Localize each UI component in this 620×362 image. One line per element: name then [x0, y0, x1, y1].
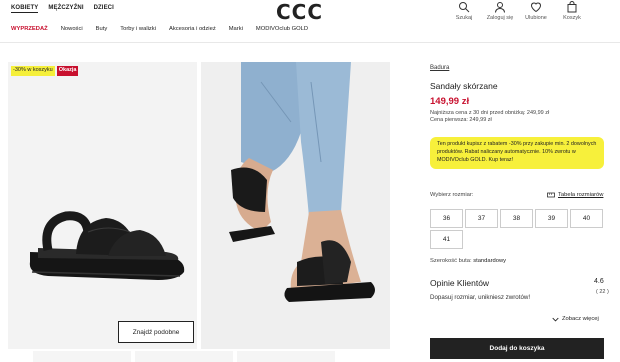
add-to-cart-button[interactable]: Dodaj do koszyka — [430, 338, 604, 359]
lowest-price: Najniższa cena z 30 dni przed obniżką: 2… — [430, 110, 550, 116]
width-label: Szerokość buta: — [430, 258, 472, 264]
discount-badge: -30% w koszyku — [11, 66, 55, 76]
search-button[interactable]: Szukaj — [446, 0, 482, 21]
category-nav: WYPRZEDAŻ Nowości Buty Torby i walizki A… — [11, 26, 308, 32]
reviews-subtitle: Dopasuj rozmiar, unikniesz zwrotów! — [430, 294, 531, 301]
width-value: standardowy — [473, 258, 507, 264]
shoe-width: Szerokość buta: standardowy — [430, 258, 506, 264]
favorites-button[interactable]: Ulubione — [518, 0, 554, 21]
size-option[interactable]: 38 — [500, 209, 533, 228]
top-nav: KOBIETY MĘŻCZYŹNI DZIECI — [11, 5, 114, 13]
deal-badge: Okazja — [56, 66, 79, 76]
cat-accessories[interactable]: Akcesoria i odzież — [169, 26, 216, 32]
product-name: Sandały skórzane — [430, 81, 498, 91]
rating-value: 4.6 — [594, 278, 604, 285]
show-more-label: Zobacz więcej — [562, 316, 599, 322]
rating-count: ( 22 ) — [596, 289, 609, 295]
thumbnail[interactable] — [135, 351, 233, 362]
cat-bags[interactable]: Torby i walizki — [120, 26, 156, 32]
cat-new[interactable]: Nowości — [61, 26, 83, 32]
show-more-link[interactable]: Zobacz więcej — [552, 316, 599, 322]
cart-button-header[interactable]: Koszyk — [554, 0, 590, 21]
find-similar-button[interactable]: Znajdź podobne — [118, 321, 194, 343]
favorites-label: Ulubione — [525, 15, 547, 21]
size-table-label: Tabela rozmiarów — [558, 192, 604, 198]
login-label: Zaloguj się — [486, 15, 514, 21]
size-option[interactable]: 40 — [570, 209, 603, 228]
size-option[interactable]: 39 — [535, 209, 568, 228]
nav-women[interactable]: KOBIETY — [11, 5, 39, 13]
ruler-icon — [547, 192, 555, 198]
size-selector: 36 37 38 39 40 41 — [430, 209, 604, 249]
thumbnail[interactable] — [237, 351, 335, 362]
bag-icon — [567, 1, 577, 13]
model-illustration — [201, 62, 390, 349]
product-image-worn[interactable] — [201, 62, 390, 349]
cat-sale[interactable]: WYPRZEDAŻ — [11, 26, 48, 32]
first-price: Cena pierwsza: 249,99 zł — [430, 117, 492, 123]
search-icon — [459, 2, 470, 13]
nav-men[interactable]: MĘŻCZYŹNI — [48, 5, 83, 13]
user-icon — [495, 2, 505, 13]
header-divider — [0, 42, 620, 43]
header-icons: Szukaj Zaloguj się Ulubione Koszyk — [446, 0, 590, 21]
cat-shoes[interactable]: Buty — [96, 26, 108, 32]
brand-link[interactable]: Badura — [430, 65, 449, 71]
product-image-main[interactable] — [8, 62, 197, 349]
cat-club[interactable]: MODIVOclub GOLD — [256, 26, 308, 32]
nav-kids[interactable]: DZIECI — [94, 5, 114, 13]
size-option[interactable]: 41 — [430, 230, 463, 249]
thumbnail[interactable] — [33, 351, 131, 362]
heart-icon — [530, 2, 542, 13]
size-option[interactable]: 36 — [430, 209, 463, 228]
cat-brands[interactable]: Marki — [229, 26, 243, 32]
cart-label: Koszyk — [563, 15, 581, 21]
thumbnails — [33, 351, 335, 362]
search-label: Szukaj — [455, 15, 473, 21]
login-button[interactable]: Zaloguj się — [482, 0, 518, 21]
product-price: 149,99 zł — [430, 96, 470, 107]
reviews-title: Opinie Klientów — [430, 278, 490, 288]
size-table-link[interactable]: Tabela rozmiarów — [547, 192, 603, 198]
badges: -30% w koszyku Okazja — [11, 66, 79, 76]
sandal-illustration — [29, 211, 185, 280]
logo[interactable]: CCC — [276, 0, 323, 24]
size-option[interactable]: 37 — [465, 209, 498, 228]
size-label: Wybierz rozmiar: — [430, 192, 474, 198]
chevron-down-icon — [552, 317, 559, 322]
promo-banner: Ten produkt kupisz z rabatem -30% przy z… — [430, 137, 604, 169]
